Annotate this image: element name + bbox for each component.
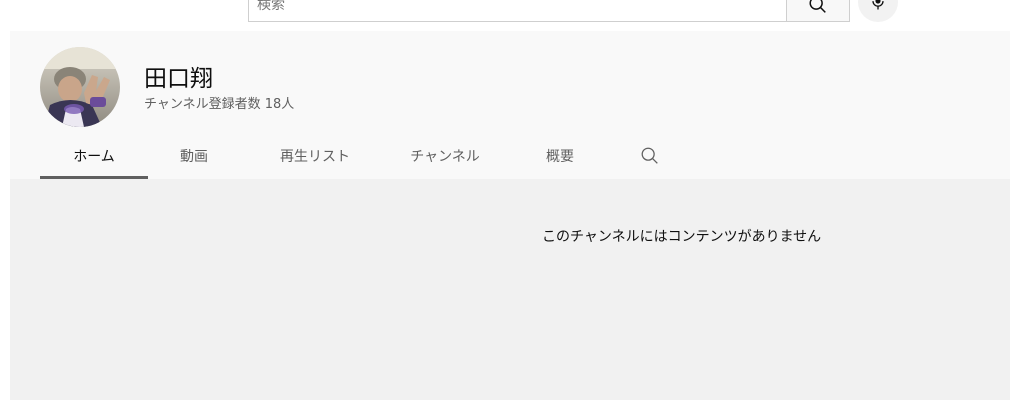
search-button[interactable]	[786, 0, 850, 22]
tab-label: 概要	[546, 148, 574, 165]
search-box	[248, 0, 786, 22]
channel-content: このチャンネルにはコンテンツがありません	[10, 179, 1010, 400]
search-input[interactable]	[249, 0, 786, 21]
voice-search-button[interactable]	[858, 0, 898, 22]
tab-label: 再生リスト	[280, 148, 350, 165]
tab-label: 動画	[180, 148, 208, 165]
avatar[interactable]	[40, 47, 120, 127]
channel-search-button[interactable]	[638, 144, 662, 168]
empty-content-message: このチャンネルにはコンテンツがありません	[542, 229, 822, 245]
tab-label: チャンネル	[410, 148, 480, 165]
tab-videos[interactable]: 動画	[148, 132, 240, 179]
tab-label: ホーム	[73, 148, 115, 165]
subscriber-count: チャンネル登録者数 18人	[144, 97, 295, 112]
microphone-icon	[872, 0, 884, 10]
search-icon	[809, 0, 826, 13]
tab-playlists[interactable]: 再生リスト	[250, 132, 380, 179]
masthead	[0, 0, 1010, 31]
search-icon	[641, 147, 658, 164]
tab-home[interactable]: ホーム	[40, 132, 148, 179]
channel-name: 田口翔	[144, 66, 213, 92]
tab-about[interactable]: 概要	[520, 132, 600, 179]
tab-channels[interactable]: チャンネル	[390, 132, 500, 179]
avatar-photo	[40, 47, 120, 127]
channel-header: 田口翔 チャンネル登録者数 18人 ホーム 動画 再生リスト チャンネル 概要	[10, 31, 1010, 179]
channel-tabs: ホーム 動画 再生リスト チャンネル 概要	[10, 132, 1010, 179]
